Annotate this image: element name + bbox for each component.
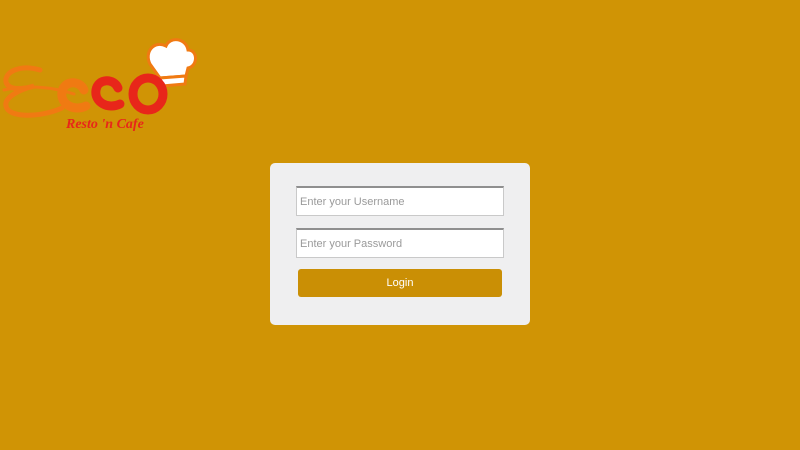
brand-tagline: Resto 'n Cafe [65,117,144,132]
login-button[interactable]: Login [298,269,502,297]
username-input[interactable] [296,186,504,216]
password-input[interactable] [296,228,504,258]
brand-logo-graphic: Resto 'n Cafe [2,38,197,132]
login-card: Login [270,163,530,325]
login-page: Resto 'n Cafe Login [0,0,800,450]
brand-logo: Resto 'n Cafe [0,34,200,134]
